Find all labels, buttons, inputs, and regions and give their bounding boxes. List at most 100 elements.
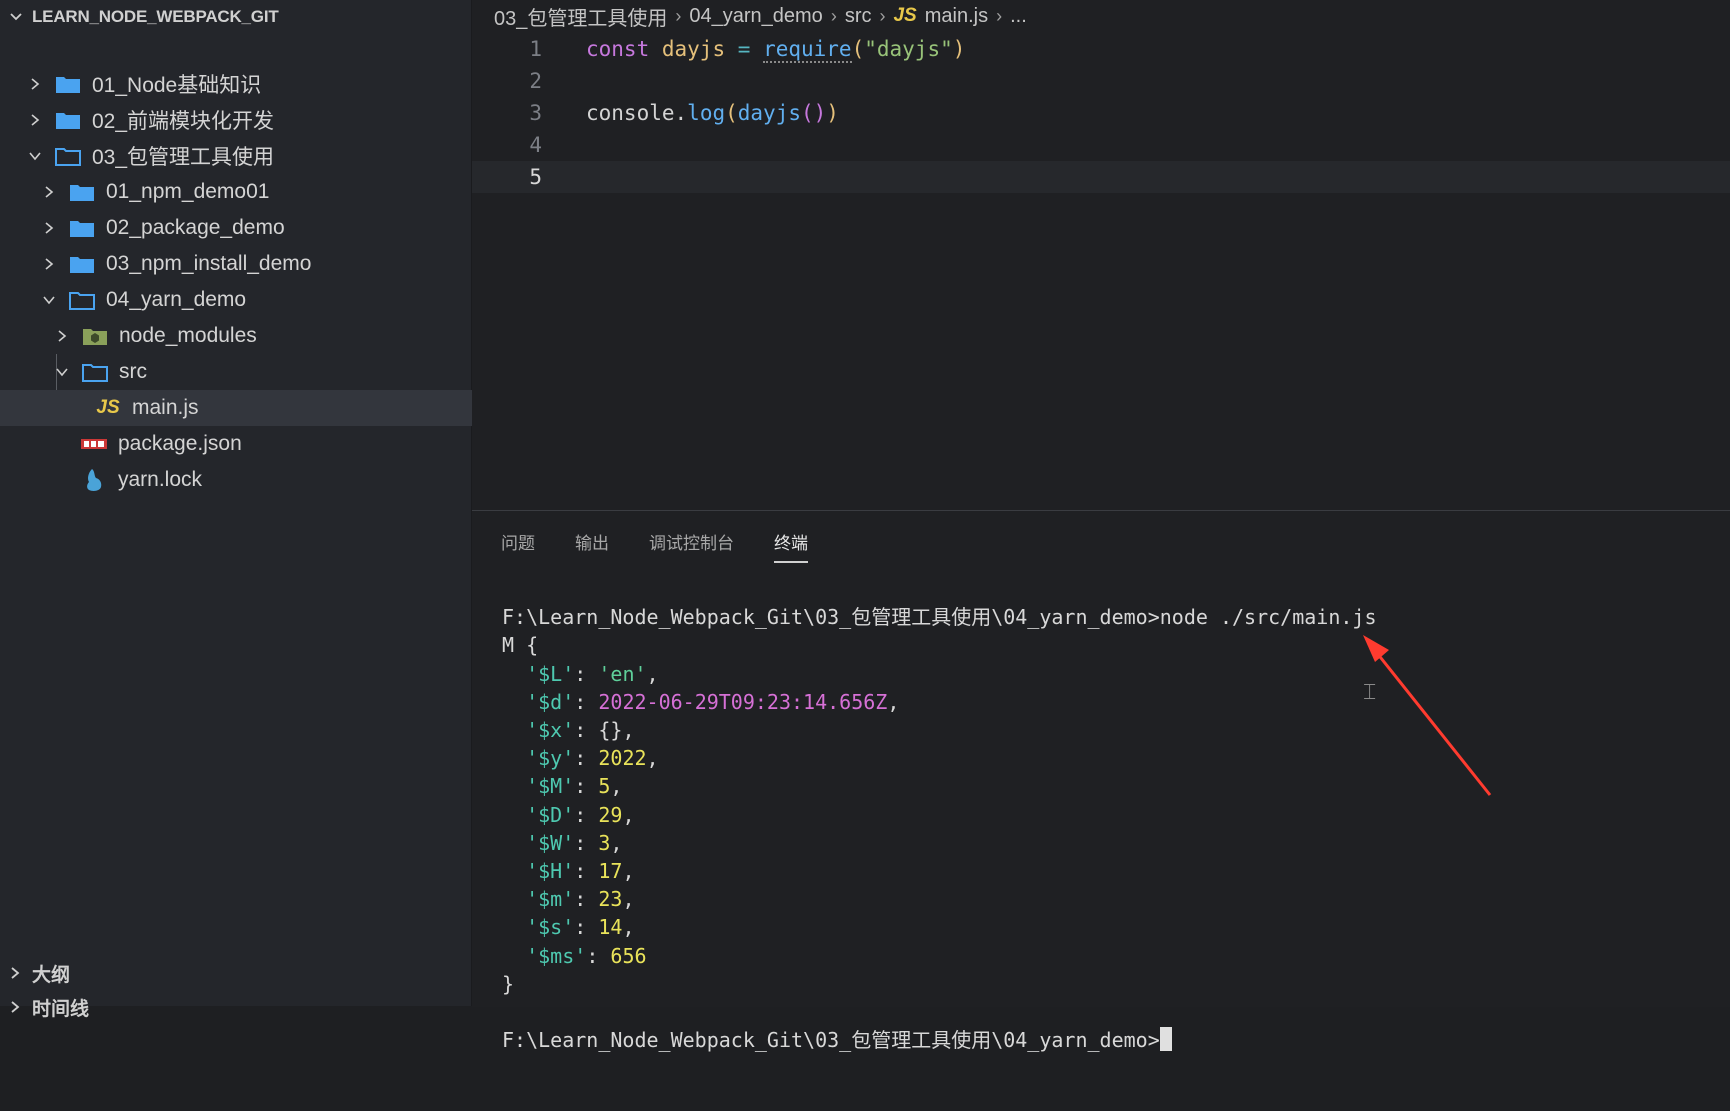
line-number: 3 xyxy=(529,101,542,125)
chevron-right-icon xyxy=(53,327,71,345)
token-function: log xyxy=(687,101,726,125)
terminal-object-open: M { xyxy=(502,633,539,658)
chevron-down-icon xyxy=(53,363,71,381)
tree-item-label: 01_npm_demo01 xyxy=(106,180,270,203)
tree-item-label: node_modules xyxy=(119,324,257,347)
annotation-arrow-icon xyxy=(1363,635,1492,796)
chevron-right-icon xyxy=(11,967,20,979)
terminal-entry: '$ms': 656 xyxy=(526,943,647,968)
terminal-entry: '$H': 17, xyxy=(526,859,635,884)
outline-label: 大纲 xyxy=(32,964,71,986)
code-line[interactable]: 1 const dayjs = require("dayjs") xyxy=(472,33,1730,65)
javascript-file-icon: JS xyxy=(893,5,917,26)
terminal-entry: '$s': 14, xyxy=(526,915,635,940)
tree-item-03-package[interactable]: 03_包管理工具使用 xyxy=(0,138,497,174)
outline-section-header[interactable]: 大纲 xyxy=(0,956,479,990)
code-editor[interactable]: 03_包管理工具使用 › 04_yarn_demo › src › JS mai… xyxy=(472,0,1730,510)
tree-item-package-demo[interactable]: 02_package_demo xyxy=(0,210,511,246)
chevron-right-icon xyxy=(40,219,58,237)
token-paren: ( xyxy=(851,37,865,61)
token-paren: ) xyxy=(826,101,839,125)
tree-item-label: src xyxy=(119,360,147,383)
tree-item-label: main.js xyxy=(132,396,199,419)
code-line[interactable]: 2 xyxy=(472,65,1730,97)
chevron-right-icon xyxy=(40,183,58,201)
folder-icon xyxy=(68,181,96,203)
code-line-current[interactable]: 5 xyxy=(472,161,1730,193)
tree-item-label: package.json xyxy=(118,432,242,455)
token-paren: ( xyxy=(725,101,738,125)
yarn-cat-icon xyxy=(80,469,108,491)
breadcrumb-item[interactable]: main.js xyxy=(925,5,988,28)
tree-item-node-modules[interactable]: node_modules xyxy=(0,318,524,354)
folder-icon xyxy=(68,217,96,239)
chevron-right-icon: › xyxy=(879,5,886,26)
terminal-output[interactable]: F:\Learn_Node_Webpack_Git\03_包管理工具使用\04_… xyxy=(502,575,1720,1111)
terminal-entry: '$M': 5, xyxy=(526,774,623,799)
tree-item-label: 02_package_demo xyxy=(106,216,285,239)
tree-item-02-frontend[interactable]: 02_前端模块化开发 xyxy=(0,102,497,138)
line-number: 2 xyxy=(529,69,542,93)
breadcrumb-item[interactable]: src xyxy=(845,5,872,28)
tree-item-label: 03_包管理工具使用 xyxy=(92,146,275,169)
line-number: 1 xyxy=(529,37,542,61)
tree-item-package-json[interactable]: package.json xyxy=(0,426,551,462)
terminal-command-line: F:\Learn_Node_Webpack_Git\03_包管理工具使用\04_… xyxy=(502,605,1377,630)
explorer-sidebar: LEARN_NODE_WEBPACK_GIT 01_Node基础知识 02_前端… xyxy=(0,0,565,1020)
tree-item-label: 03_npm_install_demo xyxy=(106,252,312,275)
text-cursor-icon: ⌶ xyxy=(1363,680,1377,705)
tree-item-01-node[interactable]: 01_Node基础知识 xyxy=(0,66,497,102)
tree-item-npm-install-demo[interactable]: 03_npm_install_demo xyxy=(0,246,511,282)
chevron-right-icon xyxy=(40,255,58,273)
tab-terminal[interactable]: 终端 xyxy=(774,523,808,563)
tree-item-label: 01_Node基础知识 xyxy=(92,74,262,97)
tab-debug-console[interactable]: 调试控制台 xyxy=(649,523,734,559)
folder-open-icon xyxy=(54,145,82,167)
breadcrumb-item[interactable]: 04_yarn_demo xyxy=(689,5,822,28)
tree-item-npm-demo01[interactable]: 01_npm_demo01 xyxy=(0,174,511,210)
folder-icon xyxy=(68,253,96,275)
token-paren: () xyxy=(800,101,827,125)
token-operator: = xyxy=(737,37,751,61)
folder-icon xyxy=(54,73,82,95)
token-function: dayjs xyxy=(737,101,801,125)
token-object: console xyxy=(586,101,675,125)
tab-problems[interactable]: 问题 xyxy=(501,523,535,559)
terminal-entry: '$L': 'en', xyxy=(526,661,659,686)
terminal-prompt-line: F:\Learn_Node_Webpack_Git\03_包管理工具使用\04_… xyxy=(502,1026,1720,1054)
bottom-panel: 问题 输出 调试控制台 终端 F:\Learn_Node_Webpack_Git… xyxy=(472,510,1730,1052)
chevron-right-icon: › xyxy=(830,5,837,26)
tab-output[interactable]: 输出 xyxy=(575,523,609,559)
folder-open-icon xyxy=(68,289,96,311)
tree-item-label: yarn.lock xyxy=(118,468,203,491)
token-dot: . xyxy=(674,101,688,125)
explorer-header[interactable]: LEARN_NODE_WEBPACK_GIT xyxy=(0,0,471,33)
code-text: const dayjs = require("dayjs") xyxy=(586,37,966,63)
tree-item-label: 02_前端模块化开发 xyxy=(92,110,275,133)
tree-item-yarn-demo[interactable]: 04_yarn_demo xyxy=(0,282,511,318)
panel-tabs: 问题 输出 调试控制台 终端 xyxy=(472,511,1730,571)
token-paren: ) xyxy=(952,37,966,61)
javascript-file-icon: JS xyxy=(96,397,120,418)
tree-item-src[interactable]: src xyxy=(0,354,524,390)
tree-item-yarn-lock[interactable]: yarn.lock xyxy=(0,462,551,498)
chevron-down-icon xyxy=(10,12,22,20)
breadcrumb-item[interactable]: ... xyxy=(1010,5,1027,28)
code-line[interactable]: 4 xyxy=(472,129,1730,161)
code-line[interactable]: 3 console.log(dayjs()) xyxy=(472,97,1730,129)
terminal-entry: '$d': 2022-06-29T09:23:14.656Z, xyxy=(526,689,900,714)
timeline-section-header[interactable]: 时间线 xyxy=(0,990,479,1024)
folder-open-icon xyxy=(81,361,109,383)
breadcrumb-item[interactable]: 03_包管理工具使用 xyxy=(494,2,667,31)
token-string: "dayjs" xyxy=(864,37,953,61)
token-function: require xyxy=(763,37,852,63)
code-text: console.log(dayjs()) xyxy=(586,101,839,125)
tree-item-label: 04_yarn_demo xyxy=(106,288,247,311)
terminal-cursor xyxy=(1159,1027,1172,1052)
npm-icon xyxy=(80,433,108,455)
timeline-label: 时间线 xyxy=(32,998,90,1020)
node-modules-folder-icon xyxy=(81,325,109,347)
terminal-entry: '$D': 29, xyxy=(526,802,635,827)
breadcrumb: 03_包管理工具使用 › 04_yarn_demo › src › JS mai… xyxy=(472,0,1730,32)
token-keyword: const xyxy=(586,37,650,61)
